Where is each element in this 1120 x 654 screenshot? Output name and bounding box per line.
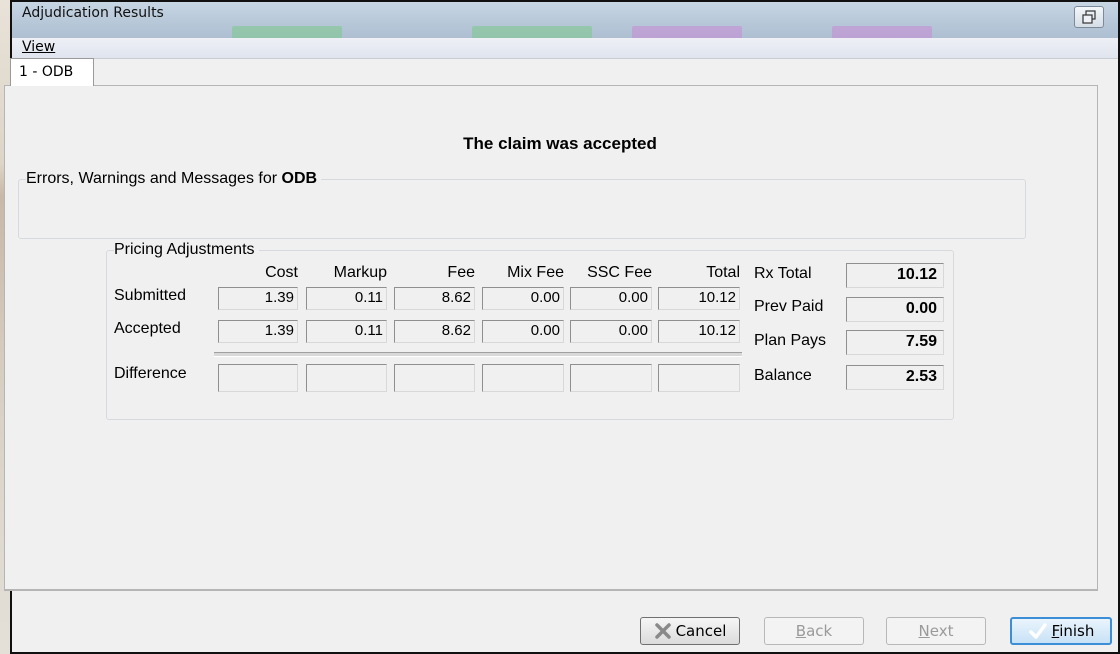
difference-ssc-fee-field: [570, 364, 652, 392]
window-title: Adjudication Results: [22, 5, 164, 21]
summary-label-balance: Balance: [754, 367, 812, 384]
column-header-mix-fee: Mix Fee: [507, 264, 564, 281]
column-header-cost: Cost: [265, 264, 298, 281]
finish-button-label: Finish: [1051, 622, 1095, 640]
summary-label-rx-total: Rx Total: [754, 265, 812, 282]
difference-total-field: [658, 364, 740, 392]
row-label-submitted: Submitted: [114, 287, 187, 304]
claim-status-message: The claim was accepted: [463, 134, 657, 153]
submitted-mix-fee-field: 0.00: [482, 287, 564, 310]
menu-view[interactable]: View: [22, 39, 55, 55]
summary-plan-pays-value: 7.59: [846, 330, 944, 355]
submitted-markup-field: 0.11: [306, 287, 387, 310]
submitted-ssc-fee-field: 0.00: [570, 287, 652, 310]
row-label-difference: Difference: [114, 365, 187, 382]
cancel-button-label: Cancel: [675, 622, 727, 640]
back-button-label: Back: [795, 622, 833, 640]
next-button-label: Next: [918, 622, 954, 640]
accepted-markup-field: 0.11: [306, 320, 387, 343]
pricing-group-label: Pricing Adjustments: [114, 241, 259, 259]
submitted-total-field: 10.12: [658, 287, 740, 310]
summary-balance-value: 2.53: [846, 365, 944, 390]
cancel-x-icon: [654, 622, 672, 640]
difference-cost-field: [218, 364, 298, 392]
menu-bar: View: [12, 38, 1118, 59]
summary-prev-paid-value: 0.00: [846, 297, 944, 322]
background-ghost-field: [472, 26, 592, 38]
difference-fee-field: [394, 364, 475, 392]
cancel-button[interactable]: Cancel: [640, 617, 740, 645]
errors-plan-name: ODB: [281, 170, 318, 187]
column-header-markup: Markup: [333, 264, 387, 281]
summary-label-prev-paid: Prev Paid: [754, 298, 824, 315]
summary-label-plan-pays: Plan Pays: [754, 332, 827, 349]
title-bar[interactable]: Adjudication Results: [12, 2, 1118, 38]
finish-button[interactable]: Finish: [1010, 617, 1112, 645]
next-button[interactable]: Next: [886, 617, 986, 645]
column-header-total: Total: [706, 264, 740, 281]
summary-rx-total-value: 10.12: [846, 263, 944, 288]
accepted-ssc-fee-field: 0.00: [570, 320, 652, 343]
column-header-fee: Fee: [447, 264, 475, 281]
column-header-ssc-fee: SSC Fee: [587, 264, 652, 281]
back-button[interactable]: Back: [764, 617, 864, 645]
difference-mix-fee-field: [482, 364, 564, 392]
background-ghost-field: [632, 26, 742, 38]
background-ghost-field: [232, 26, 342, 38]
pricing-separator: [214, 352, 742, 357]
submitted-cost-field: 1.39: [218, 287, 298, 310]
restore-icon: [1082, 10, 1096, 24]
errors-group-label: Errors, Warnings and Messages for ODB: [26, 170, 322, 188]
row-label-accepted: Accepted: [114, 320, 181, 337]
errors-groupbox: [18, 179, 1026, 239]
difference-markup-field: [306, 364, 387, 392]
restore-button[interactable]: [1074, 6, 1104, 28]
submitted-fee-field: 8.62: [394, 287, 475, 310]
background-ghost-field: [832, 26, 932, 38]
accepted-fee-field: 8.62: [394, 320, 475, 343]
accepted-mix-fee-field: 0.00: [482, 320, 564, 343]
accepted-total-field: 10.12: [658, 320, 740, 343]
accepted-cost-field: 1.39: [218, 320, 298, 343]
tab-odb[interactable]: 1 - ODB: [10, 58, 94, 86]
checkmark-icon: [1028, 622, 1048, 640]
